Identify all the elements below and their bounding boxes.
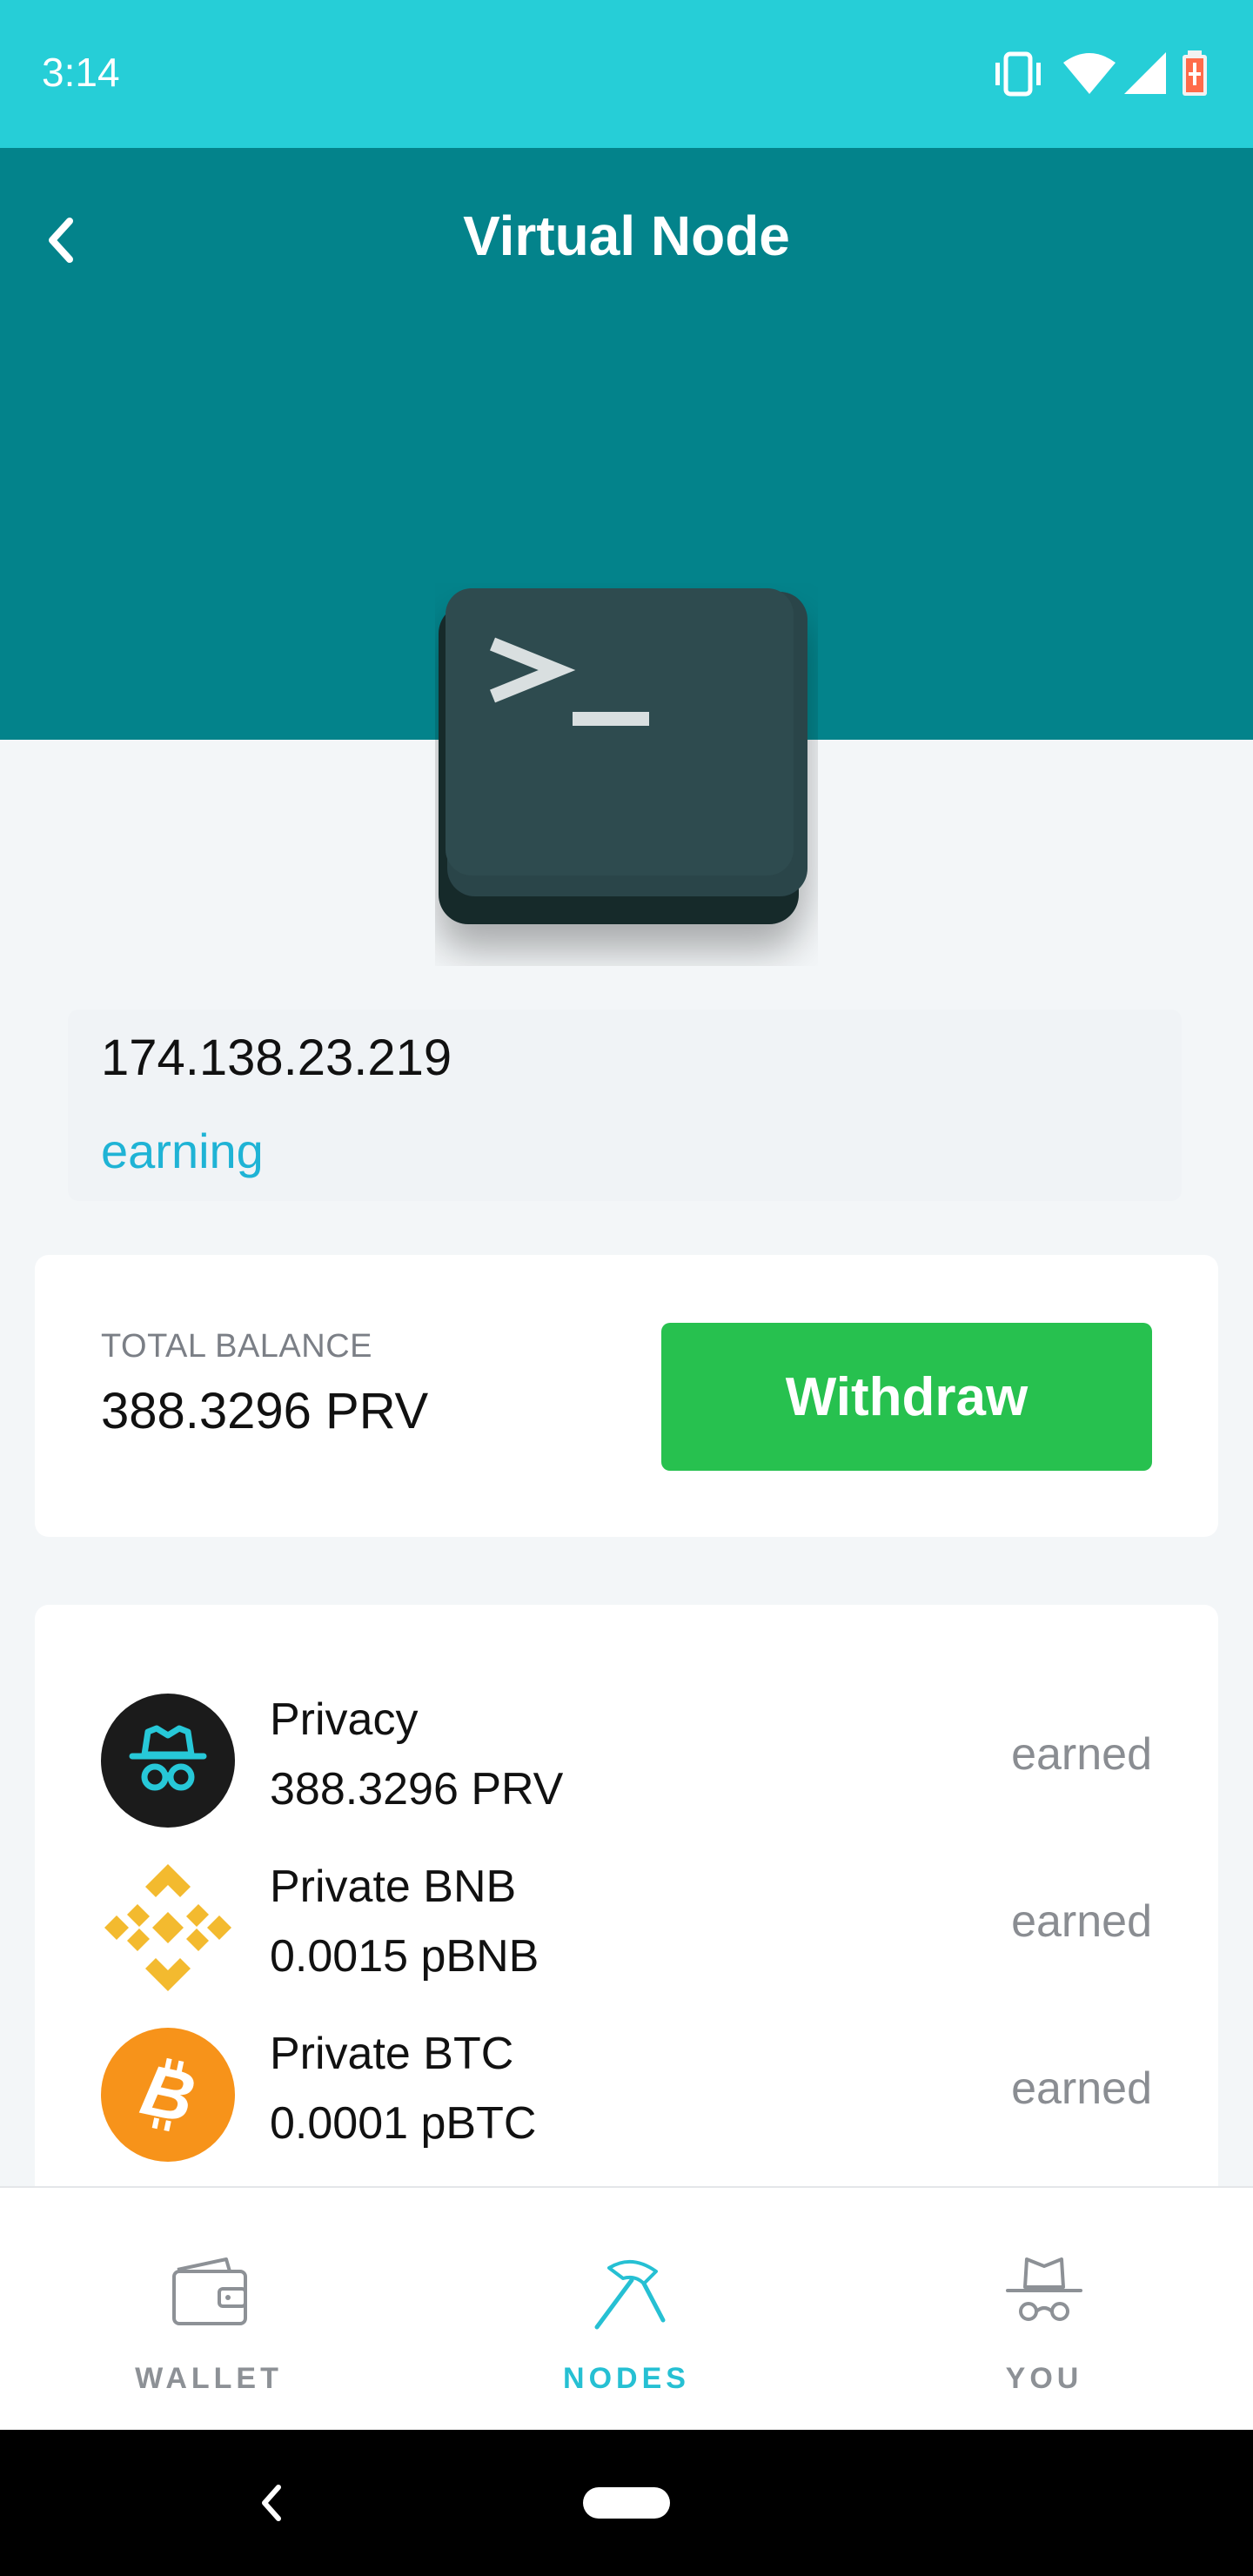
reward-name: Private BTC bbox=[270, 2029, 514, 2079]
page-title: Virtual Node bbox=[463, 205, 790, 267]
nav-tab-nodes[interactable]: NODES bbox=[418, 2188, 835, 2432]
reward-amount: 0.0015 pBNB bbox=[270, 1931, 539, 1982]
bnb-icon bbox=[104, 1864, 231, 1991]
system-home-pill[interactable] bbox=[583, 2487, 670, 2519]
total-balance-label: TOTAL BALANCE bbox=[101, 1328, 373, 1365]
rewards-card: Privacy 388.3296 PRV earned Private BNB … bbox=[35, 1605, 1218, 2214]
wallet-icon bbox=[172, 2257, 247, 2325]
battery-icon bbox=[1183, 50, 1207, 96]
reward-status: earned bbox=[1011, 1896, 1152, 1947]
system-nav-bar bbox=[0, 2430, 1253, 2576]
reward-amount: 388.3296 PRV bbox=[270, 1764, 564, 1815]
node-status: earning bbox=[101, 1124, 264, 1178]
bitcoin-icon: B bbox=[101, 2028, 235, 2162]
reward-row-privacy: Privacy 388.3296 PRV earned bbox=[35, 1685, 1218, 1833]
nav-label: NODES bbox=[563, 2362, 690, 2395]
pickaxe-icon bbox=[594, 2260, 666, 2330]
status-bar: 3:14 bbox=[0, 0, 1253, 148]
node-info-card: 174.138.23.219 earning bbox=[68, 1010, 1182, 1201]
reward-amount: 0.0001 pBTC bbox=[270, 2098, 537, 2149]
signal-icon bbox=[1124, 52, 1166, 94]
privacy-coin-icon bbox=[101, 1694, 235, 1828]
nav-tab-you[interactable]: YOU bbox=[835, 2188, 1253, 2432]
reward-row-btc: B Private BTC 0.0001 pBTC earned bbox=[35, 2019, 1218, 2167]
wifi-icon bbox=[1063, 53, 1116, 94]
reward-status: earned bbox=[1011, 1729, 1152, 1780]
bottom-nav: WALLET NODES YOU bbox=[0, 2186, 1253, 2432]
nav-tab-wallet[interactable]: WALLET bbox=[0, 2188, 418, 2432]
system-back-icon[interactable] bbox=[254, 2482, 289, 2524]
status-time: 3:14 bbox=[42, 50, 120, 95]
vibrate-icon bbox=[995, 51, 1041, 97]
reward-row-bnb: Private BNB 0.0015 pBNB earned bbox=[35, 1852, 1218, 2000]
total-balance-value: 388.3296 PRV bbox=[101, 1383, 429, 1439]
incognito-icon bbox=[1006, 2257, 1082, 2321]
status-icons bbox=[992, 50, 1218, 97]
terminal-icon bbox=[435, 583, 818, 966]
node-ip-address: 174.138.23.219 bbox=[101, 1030, 452, 1086]
reward-name: Private BNB bbox=[270, 1862, 517, 1912]
reward-name: Privacy bbox=[270, 1694, 419, 1745]
withdraw-button[interactable]: Withdraw bbox=[661, 1323, 1152, 1471]
balance-card: TOTAL BALANCE 388.3296 PRV Withdraw bbox=[35, 1255, 1218, 1537]
reward-status: earned bbox=[1011, 2063, 1152, 2114]
nav-label: YOU bbox=[1005, 2362, 1083, 2395]
nav-label: WALLET bbox=[135, 2362, 283, 2395]
